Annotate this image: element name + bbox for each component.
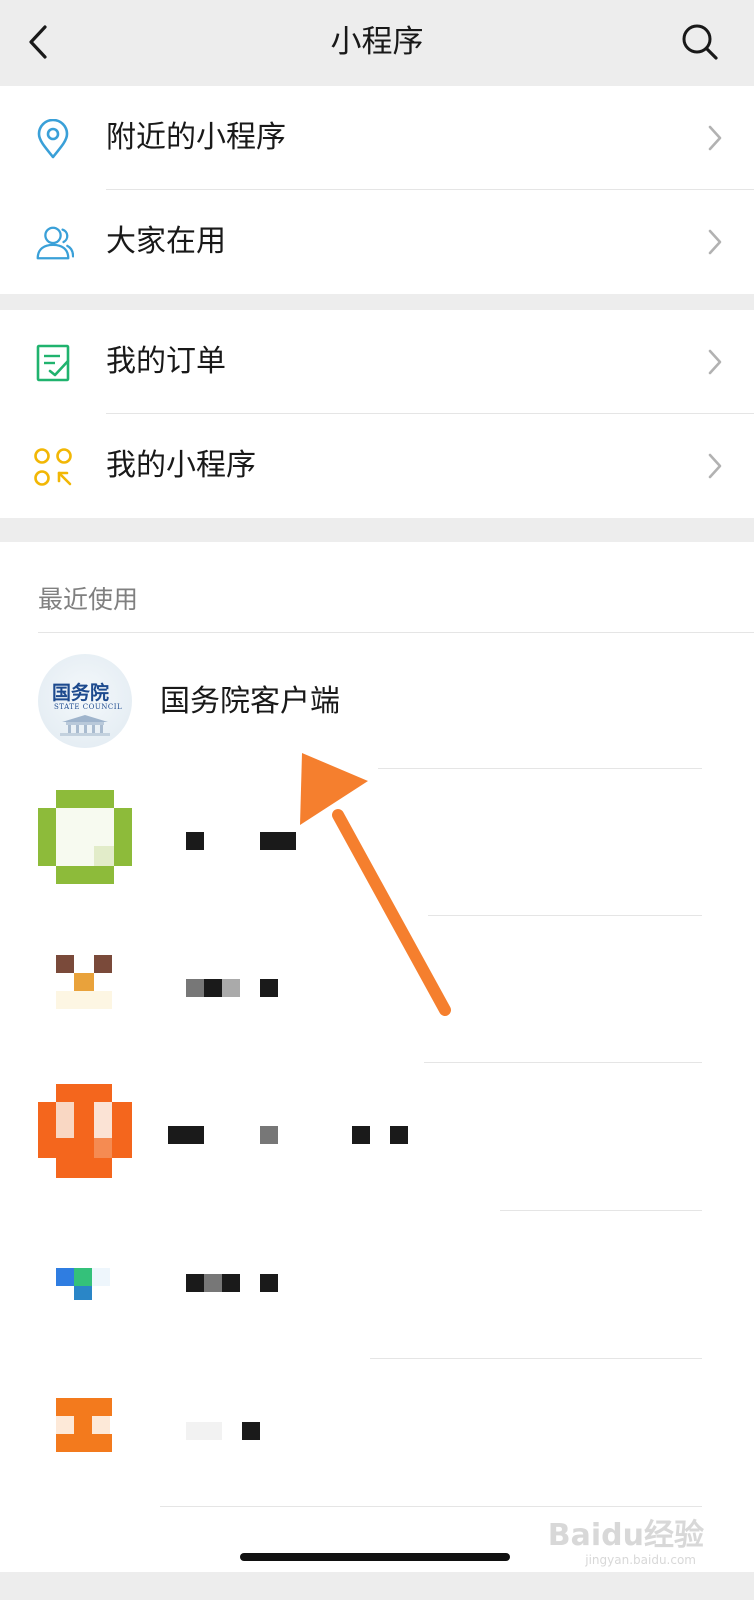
divider <box>160 1506 702 1507</box>
menu-item-label: 大家在用 <box>106 224 226 259</box>
obscured-text <box>186 979 204 997</box>
app-logo-obscured <box>38 790 132 884</box>
obscured-text <box>260 1126 278 1144</box>
recent-app-obscured[interactable] <box>0 917 754 1067</box>
app-logo-obscured <box>38 937 132 1031</box>
users-icon <box>32 222 74 264</box>
obscured-text <box>168 1126 204 1144</box>
menu-item-label: 我的订单 <box>106 344 226 379</box>
building-icon <box>60 715 110 736</box>
app-logo-obscured <box>38 1232 132 1326</box>
divider <box>428 915 702 916</box>
search-icon <box>682 24 718 60</box>
menu-group-discover: 附近的小程序 大家在用 <box>0 86 754 294</box>
search-button[interactable] <box>676 18 724 66</box>
watermark-subtext: jingyan.baidu.com <box>585 1553 696 1567</box>
recent-app-obscured[interactable] <box>0 1360 754 1510</box>
top-nav-bar: 小程序 <box>0 0 754 86</box>
obscured-text <box>260 832 296 850</box>
chevron-right-icon <box>708 349 722 375</box>
recent-app-obscured[interactable] <box>0 1212 754 1362</box>
menu-item-label: 附近的小程序 <box>106 120 286 155</box>
section-title: 最近使用 <box>38 585 139 614</box>
order-check-icon <box>32 342 74 384</box>
home-indicator[interactable] <box>240 1553 510 1561</box>
obscured-text <box>260 979 278 997</box>
recent-app-obscured[interactable] <box>0 1064 754 1214</box>
obscured-text <box>352 1126 370 1144</box>
obscured-text <box>222 1274 240 1292</box>
divider <box>424 1062 702 1063</box>
location-pin-icon <box>32 118 74 160</box>
recent-section: 最近使用 国务院 STATE COUNCIL 国务院客户端 <box>0 542 754 1572</box>
obscured-text <box>186 1422 222 1440</box>
obscured-text <box>204 979 222 997</box>
logo-text: 国务院 <box>52 682 110 704</box>
chevron-right-icon <box>708 125 722 151</box>
divider <box>378 768 702 769</box>
recent-app-obscured[interactable] <box>0 770 754 920</box>
menu-item-popular[interactable]: 大家在用 <box>0 190 754 294</box>
divider <box>370 1358 702 1359</box>
app-logo-obscured <box>38 1084 132 1178</box>
obscured-text <box>186 832 204 850</box>
obscured-text <box>204 1274 222 1292</box>
obscured-text <box>242 1422 260 1440</box>
app-logo: 国务院 STATE COUNCIL <box>38 654 132 748</box>
obscured-text <box>222 979 240 997</box>
grid-circles-icon <box>32 446 74 488</box>
obscured-text <box>390 1126 408 1144</box>
divider <box>500 1210 702 1211</box>
recent-app-state-council[interactable]: 国务院 STATE COUNCIL 国务院客户端 <box>0 634 754 784</box>
menu-item-label: 我的小程序 <box>106 448 256 483</box>
obscured-text <box>260 1274 278 1292</box>
page-title: 小程序 <box>330 24 424 60</box>
watermark: Baidu经验 <box>547 1518 704 1553</box>
menu-group-mine: 我的订单 我的小程序 <box>0 310 754 518</box>
menu-item-nearby[interactable]: 附近的小程序 <box>0 86 754 190</box>
divider <box>38 632 754 633</box>
obscured-text <box>186 1274 204 1292</box>
menu-item-my-orders[interactable]: 我的订单 <box>0 310 754 414</box>
app-logo-obscured <box>38 1380 132 1474</box>
menu-item-my-miniprograms[interactable]: 我的小程序 <box>0 414 754 518</box>
chevron-right-icon <box>708 453 722 479</box>
chevron-right-icon <box>708 229 722 255</box>
logo-subtext: STATE COUNCIL <box>54 703 123 711</box>
app-name: 国务院客户端 <box>160 684 340 719</box>
